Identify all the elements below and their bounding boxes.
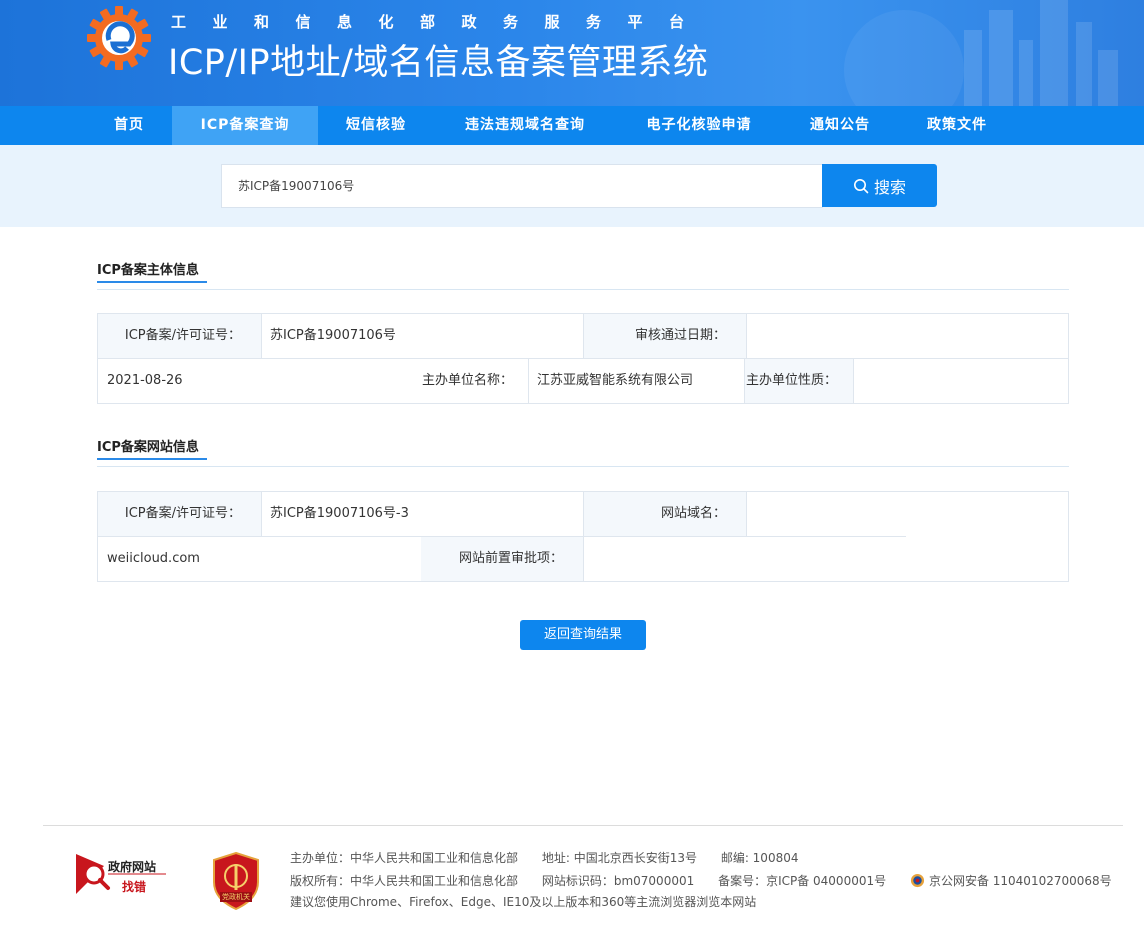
col-divider xyxy=(746,492,747,536)
col-divider xyxy=(528,359,529,403)
police-badge-icon xyxy=(910,873,925,888)
col-divider xyxy=(853,359,854,403)
org-nature-value xyxy=(853,359,1068,403)
search-band: 苏ICP备19007106号 搜索 xyxy=(0,145,1144,227)
approve-date-value: 2021-08-26 xyxy=(107,373,183,388)
nav-icp-query[interactable]: ICP备案查询 xyxy=(172,106,318,145)
skyline-decoration-icon xyxy=(844,0,1118,106)
search-icon xyxy=(853,178,869,193)
website-section-title: ICP备案网站信息 xyxy=(97,440,199,455)
subject-section-underline xyxy=(97,281,207,283)
footer-site-code: 网站标识码：bm07000001 xyxy=(541,874,695,888)
website-section-rule xyxy=(97,466,1069,467)
footer-sponsor: 主办单位：中华人民共和国工业和信息化部 xyxy=(290,851,519,865)
footer-police-record[interactable]: 京公网安备 11040102700068号 xyxy=(910,873,1112,888)
preapproval-label: 网站前置审批项： xyxy=(421,537,583,581)
footer-line-2: 版权所有：中华人民共和国工业和信息化部 网站标识码：bm07000001 备案号… xyxy=(290,872,1112,889)
org-name-label: 主办单位名称： xyxy=(421,359,528,403)
subject-info-table: ICP备案/许可证号： 苏ICP备19007106号 审核通过日期： 2021-… xyxy=(97,313,1069,404)
platform-subtitle: 工业和信息化部政务服务平台 xyxy=(171,13,711,31)
row-divider xyxy=(98,536,906,537)
gov-badge-top-text: 政府网站 xyxy=(108,860,157,874)
footer-browser-tip: 建议您使用Chrome、Firefox、Edge、IE10及以上版本和360等主… xyxy=(290,895,757,909)
subject-icp-value: 苏ICP备19007106号 xyxy=(270,328,396,343)
system-title: ICP/IP地址/域名信息备案管理系统 xyxy=(168,43,709,83)
col-divider xyxy=(744,359,745,403)
search-input[interactable]: 苏ICP备19007106号 xyxy=(221,164,823,208)
col-divider xyxy=(583,492,584,581)
miit-logo-icon xyxy=(87,6,151,70)
website-icp-label: ICP备案/许可证号： xyxy=(98,492,261,536)
footer-icp-record[interactable]: 备案号：京ICP备 04000001号 xyxy=(718,874,886,888)
nav-sms-verify[interactable]: 短信核验 xyxy=(333,106,419,145)
col-divider xyxy=(746,314,747,358)
footer-divider xyxy=(43,825,1123,826)
domain-label: 网站域名： xyxy=(583,492,746,536)
subject-section-rule xyxy=(97,289,1069,290)
footer-address: 地址: 中国北京西长安街13号 xyxy=(541,851,697,865)
approve-date-label: 审核通过日期： xyxy=(583,314,746,358)
search-button[interactable]: 搜索 xyxy=(822,164,937,207)
col-divider xyxy=(261,314,262,358)
nav-home[interactable]: 首页 xyxy=(93,106,165,145)
main-nav: 首页 ICP备案查询 短信核验 违法违规域名查询 电子化核验申请 通知公告 政策… xyxy=(0,106,1144,145)
footer-police-text: 京公网安备 11040102700068号 xyxy=(928,874,1112,888)
search-button-label: 搜索 xyxy=(873,177,906,197)
org-nature-label: 主办单位性质： xyxy=(744,359,853,403)
footer-copyright: 版权所有：中华人民共和国工业和信息化部 xyxy=(290,874,519,888)
subject-section-title: ICP备案主体信息 xyxy=(97,263,199,278)
col-divider xyxy=(261,492,262,536)
gov-badge-bottom-text: 找错 xyxy=(122,880,147,894)
approve-date-empty xyxy=(746,314,1068,358)
nav-notices[interactable]: 通知公告 xyxy=(797,106,883,145)
website-section-underline xyxy=(97,458,207,460)
website-info-table: ICP备案/许可证号： 苏ICP备19007106号-3 网站域名： weiic… xyxy=(97,491,1069,582)
domain-empty xyxy=(746,492,1068,536)
row-divider xyxy=(98,358,1068,359)
nav-policies[interactable]: 政策文件 xyxy=(914,106,1000,145)
subject-icp-label: ICP备案/许可证号： xyxy=(98,314,261,358)
col-divider xyxy=(583,314,584,358)
party-gov-badge[interactable]: 党政机关 xyxy=(211,851,261,911)
back-to-results-button[interactable]: 返回查询结果 xyxy=(520,620,646,650)
header-banner: 工业和信息化部政务服务平台 ICP/IP地址/域名信息备案管理系统 xyxy=(0,0,1144,106)
gov-site-error-report-badge[interactable]: 政府网站 找错 xyxy=(74,852,170,898)
party-badge-text: 党政机关 xyxy=(222,893,250,901)
website-icp-value: 苏ICP备19007106号-3 xyxy=(270,506,409,521)
footer-line-1: 主办单位：中华人民共和国工业和信息化部 地址: 中国北京西长安街13号 邮编: … xyxy=(290,849,818,866)
footer-postcode: 邮编: 100804 xyxy=(720,851,799,865)
nav-illegal-domain-query[interactable]: 违法违规域名查询 xyxy=(452,106,598,145)
org-name-value: 江苏亚威智能系统有限公司 xyxy=(537,373,694,388)
nav-e-verify-apply[interactable]: 电子化核验申请 xyxy=(632,106,766,145)
preapproval-value xyxy=(583,537,1068,581)
domain-value: weiicloud.com xyxy=(107,551,200,566)
